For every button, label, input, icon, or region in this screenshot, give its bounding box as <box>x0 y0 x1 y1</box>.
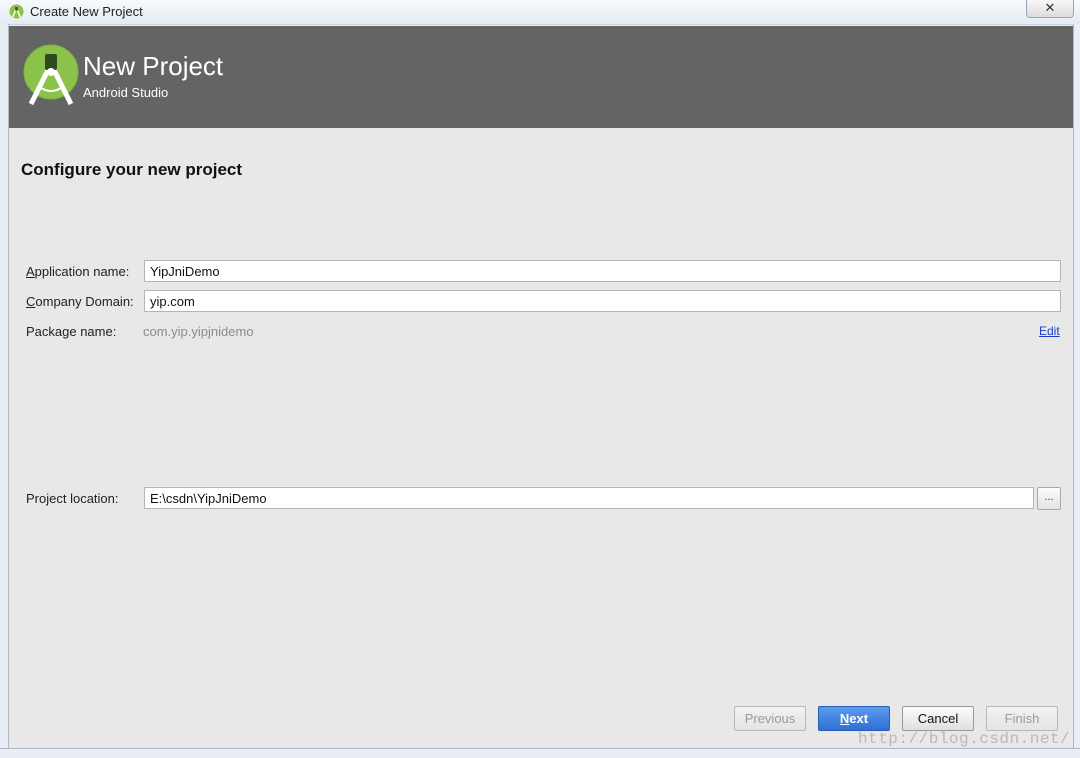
package-name-value: com.yip.yipjnidemo <box>143 324 254 339</box>
previous-button[interactable]: Previous <box>734 706 806 731</box>
window-close-button[interactable]: ✕ <box>1026 0 1074 18</box>
cancel-button[interactable]: Cancel <box>902 706 974 731</box>
application-name-label-text: pplication name: <box>34 264 130 279</box>
window-frame-left <box>0 24 9 758</box>
application-name-input[interactable] <box>144 260 1061 282</box>
company-domain-label: Company Domain: <box>26 294 134 309</box>
android-studio-app-icon <box>9 4 24 19</box>
next-mnemonic: N <box>839 711 850 726</box>
project-location-label: Project location: <box>26 491 119 506</box>
application-name-mnemonic: A <box>26 264 35 279</box>
create-project-window: Create New Project ✕ New Project Android… <box>0 0 1080 758</box>
window-frame-right <box>1073 24 1080 758</box>
new-project-dialog: New Project Android Studio Configure you… <box>9 26 1073 748</box>
company-domain-label-text: ompany Domain: <box>35 294 134 309</box>
company-domain-input[interactable] <box>144 290 1061 312</box>
banner-title: New Project <box>83 51 224 81</box>
company-domain-mnemonic: C <box>26 294 36 309</box>
csdn-watermark: http://blog.csdn.net/ <box>858 730 1071 748</box>
next-label-text: ext <box>849 711 869 726</box>
window-title: Create New Project <box>30 4 143 19</box>
title-bar[interactable]: Create New Project ✕ <box>0 0 1080 25</box>
finish-button[interactable]: Finish <box>986 706 1058 731</box>
page-heading: Configure your new project <box>21 160 243 179</box>
package-name-label: Package name: <box>26 324 117 339</box>
banner-subtitle: Android Studio <box>83 85 169 100</box>
android-studio-logo-icon <box>23 44 79 106</box>
edit-package-link[interactable]: Edit <box>1039 324 1060 338</box>
application-name-label: Application name: <box>26 264 129 279</box>
project-location-input[interactable] <box>144 487 1034 509</box>
window-frame-bottom <box>0 748 1080 758</box>
browse-location-button[interactable]: ... <box>1037 487 1061 510</box>
next-button[interactable]: Next <box>818 706 890 731</box>
header-banner: New Project Android Studio <box>9 26 1073 128</box>
